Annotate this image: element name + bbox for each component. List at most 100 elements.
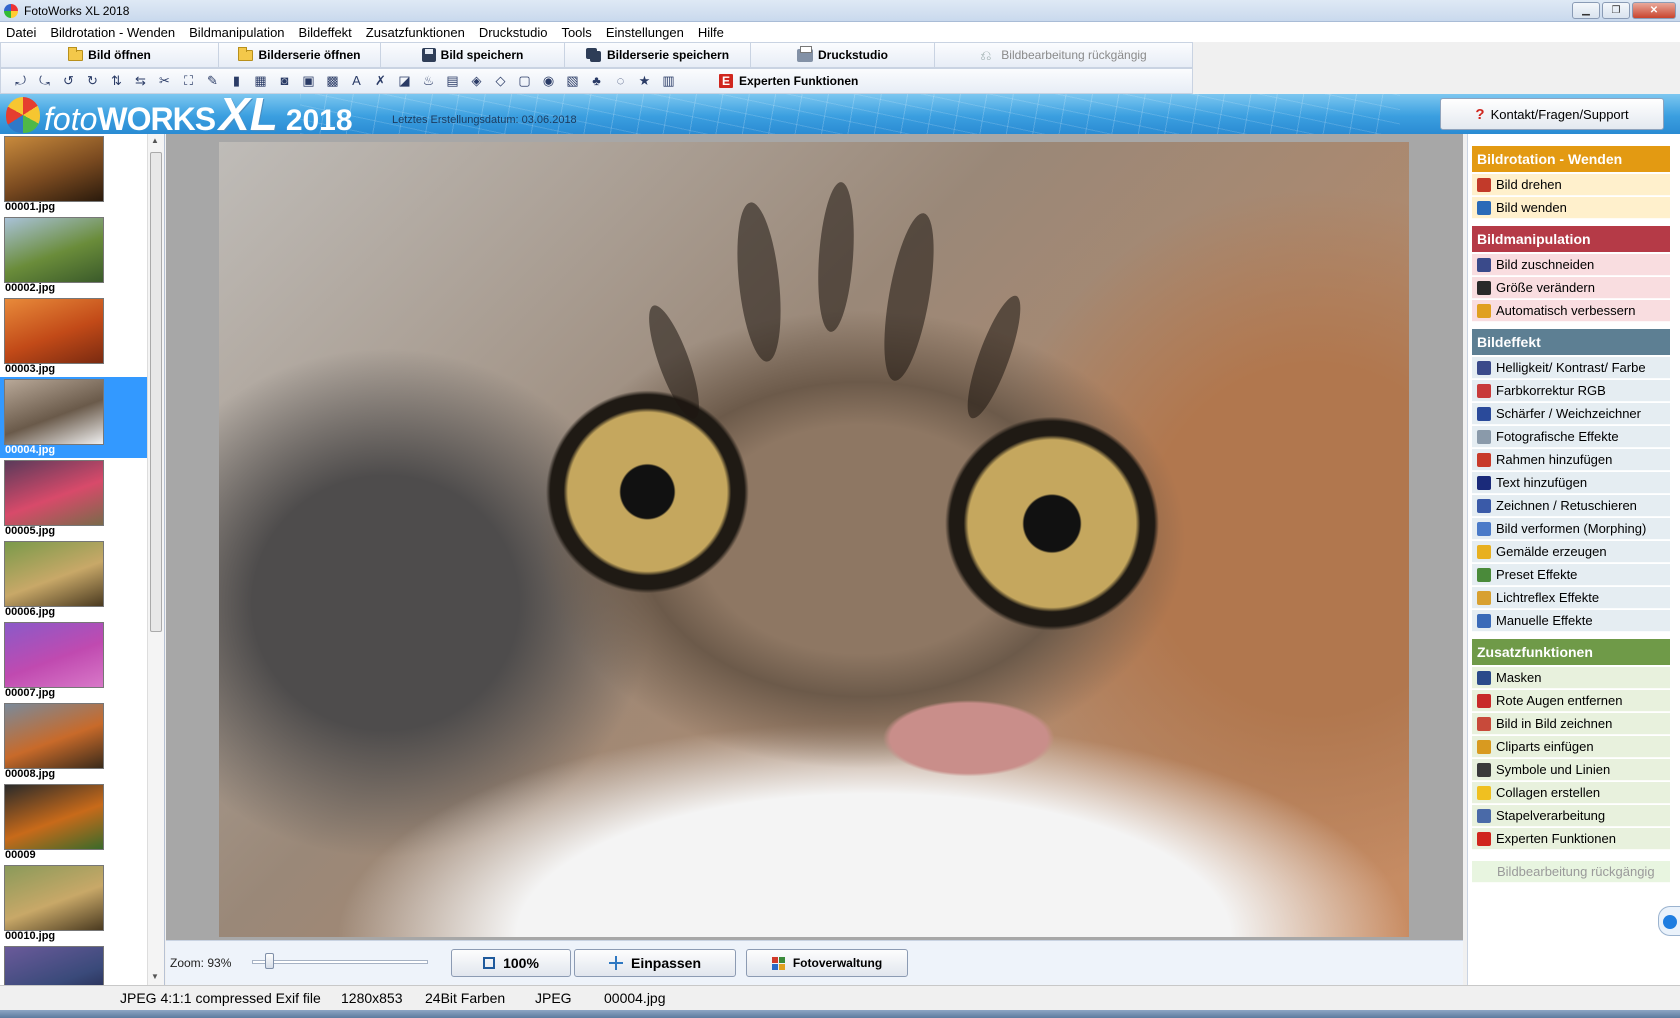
thumbnail-image[interactable] — [4, 946, 104, 985]
photo-manager-button[interactable]: Fotoverwaltung — [746, 949, 908, 977]
cat-photo[interactable] — [219, 142, 1409, 937]
menu-datei[interactable]: Datei — [6, 25, 36, 40]
thumbnail-item[interactable]: 00007.jpg — [0, 620, 147, 701]
panel-item[interactable]: Bild verformen (Morphing) — [1472, 518, 1670, 540]
zoom-slider-handle[interactable] — [265, 953, 274, 969]
panel-item[interactable]: Größe verändern — [1472, 277, 1670, 299]
manual-icon[interactable]: ◇ — [491, 72, 510, 90]
open-image-button[interactable]: Bild öffnen — [1, 43, 219, 67]
text-icon[interactable]: A — [347, 72, 366, 90]
scroll-thumb[interactable] — [150, 152, 162, 632]
zoom-slider[interactable] — [252, 953, 428, 971]
menu-tools[interactable]: Tools — [561, 25, 591, 40]
panel-item[interactable]: Automatisch verbessern — [1472, 300, 1670, 322]
crop-icon[interactable]: ⛶ — [179, 72, 198, 90]
symbols-icon[interactable]: ◌ — [611, 72, 630, 90]
thumbnail-scrollbar[interactable]: ▲ ▼ — [147, 134, 164, 985]
section-header[interactable]: Bildrotation - Wenden — [1472, 146, 1670, 172]
panel-item[interactable]: Farbkorrektur RGB — [1472, 380, 1670, 402]
retouch-icon[interactable]: ✗ — [371, 72, 390, 90]
thumbnail-item[interactable]: 00001.jpg — [0, 134, 147, 215]
batch-icon[interactable]: ▥ — [659, 72, 678, 90]
panel-item[interactable]: Masken — [1472, 667, 1670, 689]
thumbnail-image[interactable] — [4, 136, 104, 202]
open-series-button[interactable]: Bilderserie öffnen — [219, 43, 381, 67]
save-series-button[interactable]: Bilderserie speichern — [565, 43, 751, 67]
scroll-up-icon[interactable]: ▲ — [151, 136, 159, 145]
print-studio-button[interactable]: Druckstudio — [751, 43, 935, 67]
red-eye-icon[interactable]: ◉ — [539, 72, 558, 90]
minimize-button[interactable]: ▁ — [1572, 2, 1600, 19]
section-header[interactable]: Zusatzfunktionen — [1472, 639, 1670, 665]
thumbnail-image[interactable] — [4, 622, 104, 688]
panel-item[interactable]: Rahmen hinzufügen — [1472, 449, 1670, 471]
menu-hilfe[interactable]: Hilfe — [698, 25, 724, 40]
menu-einstellungen[interactable]: Einstellungen — [606, 25, 684, 40]
section-header[interactable]: Bildmanipulation — [1472, 226, 1670, 252]
scroll-down-icon[interactable]: ▼ — [151, 972, 159, 981]
photo-effect-icon[interactable]: ▣ — [299, 72, 318, 90]
panel-item[interactable]: Experten Funktionen — [1472, 828, 1670, 850]
section-header[interactable]: Bildeffekt — [1472, 329, 1670, 355]
thumbnail-item[interactable]: 00003.jpg — [0, 296, 147, 377]
panel-item[interactable]: Rote Augen entfernen — [1472, 690, 1670, 712]
rotate-cw-icon[interactable]: ↻ — [83, 72, 102, 90]
thumbnail-item[interactable]: 00008.jpg — [0, 701, 147, 782]
preset-icon[interactable]: ▤ — [443, 72, 462, 90]
undo-panel-button[interactable]: Bildbearbeitung rückgängig — [1472, 861, 1670, 883]
thumbnail-item[interactable]: 00009 — [0, 782, 147, 863]
panel-item[interactable]: Stapelverarbeitung — [1472, 805, 1670, 827]
panel-item[interactable]: Schärfer / Weichzeichner — [1472, 403, 1670, 425]
rgb-icon[interactable]: ▦ — [251, 72, 270, 90]
thumbnail-image[interactable] — [4, 703, 104, 769]
frame-icon[interactable]: ▩ — [323, 72, 342, 90]
rotate-right-icon[interactable]: ⤿ — [35, 72, 54, 90]
panel-item[interactable]: Helligkeit/ Kontrast/ Farbe — [1472, 357, 1670, 379]
panel-item[interactable]: Zeichnen / Retuschieren — [1472, 495, 1670, 517]
expert-functions-button[interactable]: E Experten Funktionen — [719, 74, 858, 88]
undo-toolbar-button[interactable]: ⎌ Bildbearbeitung rückgängig — [935, 43, 1192, 67]
zoom-100-button[interactable]: 100% — [451, 949, 571, 977]
panel-item[interactable]: Lichtreflex Effekte — [1472, 587, 1670, 609]
panel-item[interactable]: Text hinzufügen — [1472, 472, 1670, 494]
sharpen-icon[interactable]: ◙ — [275, 72, 294, 90]
picture-in-picture-icon[interactable]: ▧ — [563, 72, 582, 90]
mirror-icon[interactable]: ⇆ — [131, 72, 150, 90]
menu-druckstudio[interactable]: Druckstudio — [479, 25, 548, 40]
morph-icon[interactable]: ◪ — [395, 72, 414, 90]
mask-icon[interactable]: ▢ — [515, 72, 534, 90]
fit-button[interactable]: Einpassen — [574, 949, 736, 977]
menu-bildrotation[interactable]: Bildrotation - Wenden — [50, 25, 175, 40]
star-icon[interactable]: ★ — [635, 72, 654, 90]
thumbnail-item[interactable]: 00002.jpg — [0, 215, 147, 296]
thumbnail-image[interactable] — [4, 865, 104, 931]
zoom-slider-track[interactable] — [252, 960, 428, 964]
panel-item[interactable]: Gemälde erzeugen — [1472, 541, 1670, 563]
scissors-icon[interactable]: ✂ — [155, 72, 174, 90]
thumbnail-item[interactable] — [0, 944, 147, 985]
thumbnail-image[interactable] — [4, 784, 104, 850]
light-icon[interactable]: ◈ — [467, 72, 486, 90]
thumbnail-item[interactable]: 00010.jpg — [0, 863, 147, 944]
thumbnail-item[interactable]: 00004.jpg — [0, 377, 147, 458]
support-button[interactable]: ? Kontakt/Fragen/Support — [1440, 98, 1664, 130]
menu-zusatzfunktionen[interactable]: Zusatzfunktionen — [366, 25, 465, 40]
thumbnail-image[interactable] — [4, 379, 104, 445]
panel-item[interactable]: Bild zuschneiden — [1472, 254, 1670, 276]
flip-icon[interactable]: ⇅ — [107, 72, 126, 90]
thumbnail-image[interactable] — [4, 217, 104, 283]
rotate-left-icon[interactable]: ⤾ — [11, 72, 30, 90]
thumbnail-item[interactable]: 00006.jpg — [0, 539, 147, 620]
menu-bildmanipulation[interactable]: Bildmanipulation — [189, 25, 284, 40]
menu-bildeffekt[interactable]: Bildeffekt — [299, 25, 352, 40]
panel-item[interactable]: Manuelle Effekte — [1472, 610, 1670, 632]
magic-wand-icon[interactable]: ✎ — [203, 72, 222, 90]
panel-item[interactable]: Bild in Bild zeichnen — [1472, 713, 1670, 735]
panel-item[interactable]: Fotografische Effekte — [1472, 426, 1670, 448]
maximize-button[interactable]: ❐ — [1602, 2, 1630, 19]
brightness-icon[interactable]: ▮ — [227, 72, 246, 90]
painting-icon[interactable]: ♨ — [419, 72, 438, 90]
rotate-ccw-icon[interactable]: ↺ — [59, 72, 78, 90]
save-image-button[interactable]: Bild speichern — [381, 43, 565, 67]
clipart-icon[interactable]: ♣ — [587, 72, 606, 90]
